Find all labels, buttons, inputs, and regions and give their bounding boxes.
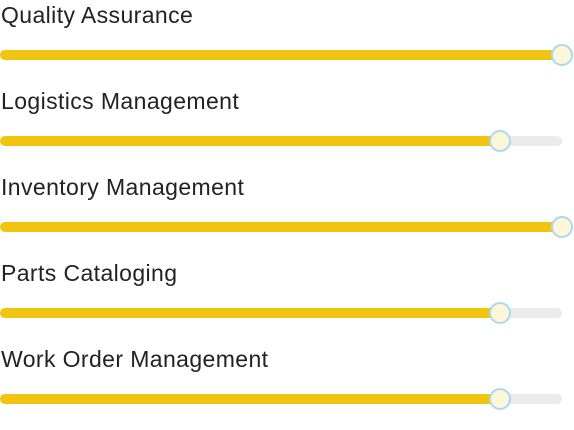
skill-item: Logistics Management <box>0 86 574 172</box>
skill-label: Inventory Management <box>1 174 245 200</box>
slider-thumb[interactable] <box>489 302 511 324</box>
slider-fill <box>0 308 500 318</box>
skill-label: Work Order Management <box>1 346 269 372</box>
skill-slider[interactable] <box>0 302 562 324</box>
skill-item: Quality Assurance <box>0 0 574 86</box>
skill-label: Quality Assurance <box>1 2 194 28</box>
skill-slider[interactable] <box>0 44 573 66</box>
skill-slider[interactable] <box>0 388 562 410</box>
skill-item: Parts Cataloging <box>0 258 574 344</box>
skill-label: Parts Cataloging <box>1 260 178 286</box>
slider-fill <box>0 394 500 404</box>
slider-thumb[interactable] <box>489 130 511 152</box>
skills-list: Quality Assurance Logistics Management I… <box>0 0 574 410</box>
slider-fill <box>0 222 562 232</box>
slider-thumb[interactable] <box>551 216 573 238</box>
skill-slider[interactable] <box>0 130 562 152</box>
slider-fill <box>0 136 500 146</box>
skill-slider[interactable] <box>0 216 573 238</box>
slider-thumb[interactable] <box>489 388 511 410</box>
skill-item: Inventory Management <box>0 172 574 258</box>
slider-fill <box>0 50 562 60</box>
slider-thumb[interactable] <box>551 44 573 66</box>
skill-label: Logistics Management <box>1 88 240 114</box>
skill-item: Work Order Management <box>0 344 574 430</box>
